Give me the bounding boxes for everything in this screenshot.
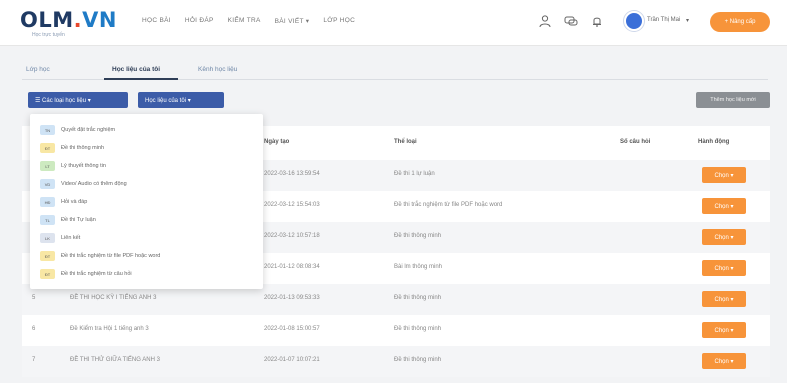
badge-icon: LK (40, 233, 55, 243)
menu-item[interactable]: ĐT Đề thi trắc nghiệm từ câu hỏi (40, 268, 132, 280)
nav-item-hoi-dap[interactable]: Hỏi đáp (185, 17, 214, 25)
row-type: Đề thi thông minh (394, 233, 442, 239)
menu-item-label: Liên kết (61, 235, 81, 241)
active-tab-underline (104, 78, 178, 80)
row-name[interactable]: ĐỀ THI THỬ GIỮA TIẾNG ANH 3 (70, 357, 160, 363)
nav-item-hoc-bai[interactable]: Học bài (142, 17, 171, 25)
row-date: 2022-03-12 15:54:03 (264, 202, 320, 208)
logo-tagline: Học trực tuyến (32, 32, 65, 38)
menu-item-label: Hỏi và đáp (61, 199, 88, 205)
row-type: Đề thi 1 lự luận (394, 171, 435, 177)
badge-icon: ĐT (40, 251, 55, 261)
choose-button[interactable]: Chọn ▾ (702, 198, 746, 214)
header-icons (538, 14, 604, 28)
material-type-dropdown[interactable]: ☰ Các loại học liệu ▾ (28, 92, 128, 108)
row-number: 5 (32, 295, 36, 301)
chevron-down-icon[interactable]: ▾ (686, 17, 689, 24)
choose-button[interactable]: Chọn ▾ (702, 353, 746, 369)
table-row: 6 Đề Kiểm tra Hội 1 tiếng anh 3 2022-01-… (22, 315, 770, 346)
badge-icon: HĐ (40, 197, 55, 207)
tab-hoc-lieu-cua-toi[interactable]: Học liệu của tôi (112, 66, 160, 73)
upgrade-button[interactable]: + Nâng cấp (710, 12, 770, 32)
menu-item[interactable]: VD Video/ Audio có thêm động (40, 178, 127, 190)
choose-button[interactable]: Chọn ▾ (702, 322, 746, 338)
row-date: 2022-01-13 09:53:33 (264, 295, 320, 301)
menu-item[interactable]: TN Quyết đặt trắc nghiệm (40, 124, 115, 136)
tab-kenh-hoc-lieu[interactable]: Kênh học liệu (198, 66, 237, 73)
column-header-action: Hành động (698, 139, 730, 145)
menu-item[interactable]: ĐT Đề thi trắc nghiệm từ file PDF hoặc w… (40, 250, 160, 262)
row-number: 7 (32, 357, 36, 363)
menu-item-label: Video/ Audio có thêm động (61, 181, 127, 187)
my-materials-dropdown[interactable]: Học liệu của tôi ▾ (138, 92, 224, 108)
menu-item[interactable]: LT Lý thuyết thông tin (40, 160, 106, 172)
badge-icon: VD (40, 179, 55, 189)
column-header-questions: Số câu hỏi (620, 139, 651, 145)
row-type: Đề thi thông minh (394, 295, 442, 301)
choose-button[interactable]: Chọn ▾ (702, 167, 746, 183)
menu-item-label: Đề thi thông minh (61, 145, 105, 151)
choose-button[interactable]: Chọn ▾ (702, 291, 746, 307)
add-material-button[interactable]: Thêm học liệu mới (696, 92, 770, 108)
choose-button[interactable]: Chọn ▾ (702, 260, 746, 276)
row-name[interactable]: Đề Kiểm tra Hội 1 tiếng anh 3 (70, 326, 149, 332)
bell-icon[interactable] (590, 14, 604, 28)
username[interactable]: Trần Thị Mai (647, 17, 680, 23)
tab-lop-hoc[interactable]: Lớp học (26, 66, 50, 73)
badge-icon: TL (40, 215, 55, 225)
logo-wordmark: OLM.VN (20, 8, 117, 32)
row-type: Đề thi thông minh (394, 357, 442, 363)
user-icon[interactable] (538, 14, 552, 28)
top-header: OLM.VN Học trực tuyến Học bài Hỏi đáp Ki… (0, 0, 787, 46)
material-type-menu: TN Quyết đặt trắc nghiệm ĐT Đề thi thông… (30, 114, 263, 289)
nav-item-kiem-tra[interactable]: Kiểm tra (228, 17, 261, 25)
table-row: 7 ĐỀ THI THỬ GIỮA TIẾNG ANH 3 2022-01-07… (22, 346, 770, 377)
row-date: 2021-01-12 08:08:34 (264, 264, 320, 270)
menu-item[interactable]: HĐ Hỏi và đáp (40, 196, 87, 208)
menu-item-label: Quyết đặt trắc nghiệm (61, 127, 116, 133)
menu-item-label: Đề thi Tự luận (61, 217, 96, 223)
row-date: 2022-03-16 13:59:54 (264, 171, 320, 177)
row-type: Đề thi thông minh (394, 326, 442, 332)
chat-icon[interactable] (564, 14, 578, 28)
badge-icon: ĐT (40, 143, 55, 153)
menu-item-label: Đề thi trắc nghiệm từ câu hỏi (61, 271, 132, 277)
menu-item-label: Đề thi trắc nghiệm từ file PDF hoặc word (61, 253, 161, 259)
menu-item[interactable]: LK Liên kết (40, 232, 80, 244)
row-number: 6 (32, 326, 36, 332)
choose-button[interactable]: Chọn ▾ (702, 229, 746, 245)
badge-icon: LT (40, 161, 55, 171)
olm-logo[interactable]: OLM.VN Học trực tuyến (20, 9, 130, 39)
menu-item[interactable]: ĐT Đề thi thông minh (40, 142, 104, 154)
row-type: Đề thi trắc nghiệm từ file PDF hoặc word (394, 202, 503, 208)
row-type: Bài lm thông minh (394, 264, 443, 270)
row-date: 2022-03-12 10:57:18 (264, 233, 320, 239)
badge-icon: TN (40, 125, 55, 135)
row-date: 2022-01-08 15:00:57 (264, 326, 320, 332)
nav-item-lop-hoc[interactable]: Lớp học (323, 17, 355, 25)
nav-item-bai-viet[interactable]: Bài viết ▾ (275, 17, 310, 25)
column-header-type: Thể loại (394, 139, 417, 145)
column-header-date: Ngày tạo (264, 139, 290, 145)
badge-icon: ĐT (40, 269, 55, 279)
row-date: 2022-01-07 10:07:21 (264, 357, 320, 363)
menu-item[interactable]: TL Đề thi Tự luận (40, 214, 96, 226)
avatar[interactable] (624, 11, 644, 31)
row-name[interactable]: ĐỀ THI HỌC KỲ I TIẾNG ANH 3 (70, 295, 156, 301)
tab-bar: Lớp học Học liệu của tôi Kênh học liệu (22, 60, 768, 80)
menu-item-label: Lý thuyết thông tin (61, 163, 106, 169)
main-nav: Học bài Hỏi đáp Kiểm tra Bài viết ▾ Lớp … (142, 17, 355, 25)
